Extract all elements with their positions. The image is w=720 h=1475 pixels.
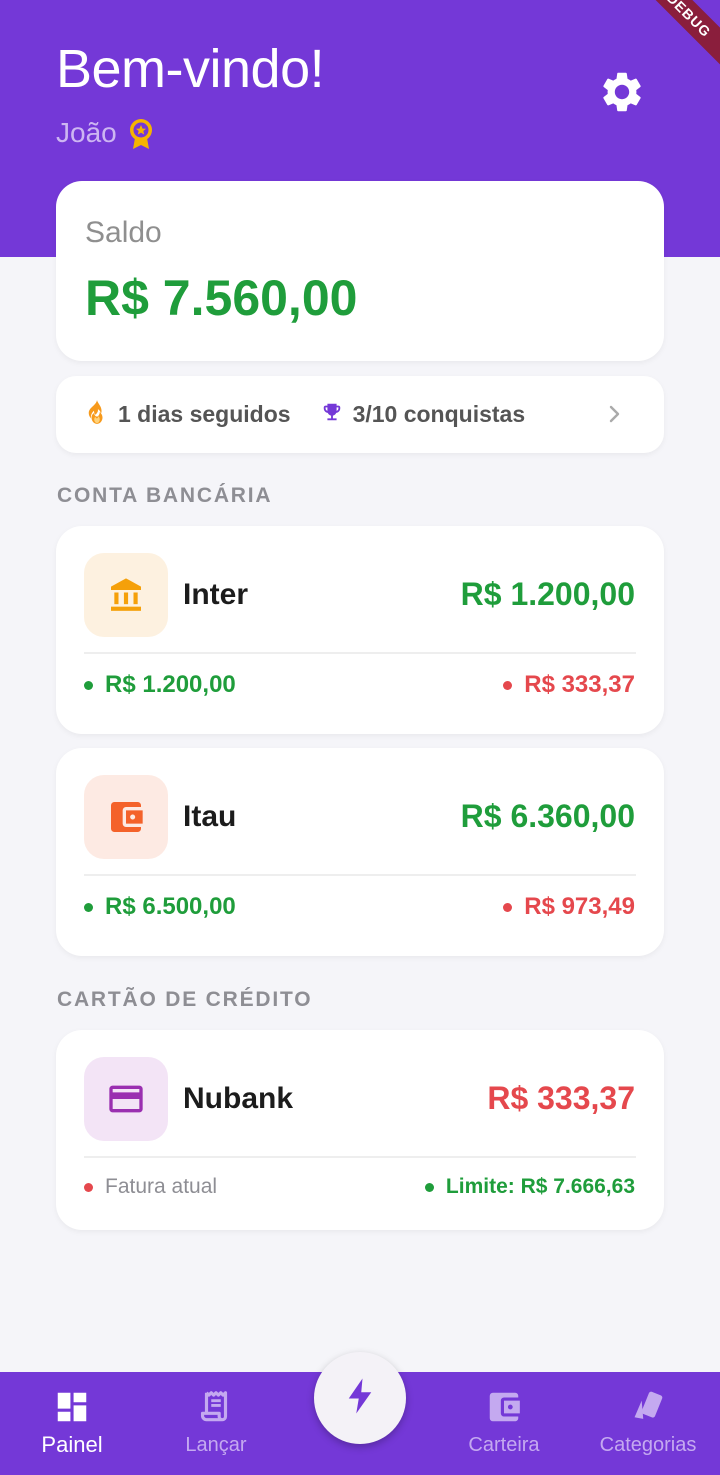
- wallet-icon: [485, 1388, 523, 1426]
- expense-value: R$ 333,37: [524, 671, 635, 698]
- expense-value: R$ 973,49: [524, 893, 635, 920]
- account-expense: R$ 333,37: [503, 671, 635, 699]
- account-card-inter[interactable]: Inter R$ 1.200,00 R$ 1.200,00 R$ 333,37: [56, 526, 664, 734]
- card-name: Nubank: [183, 1082, 294, 1115]
- nav-label: Painel: [41, 1432, 103, 1457]
- fire-icon: [86, 399, 108, 431]
- streak-days-label: 1 dias seguidos: [118, 401, 291, 427]
- debug-banner: DEBUG: [633, 0, 720, 71]
- nav-item-painel[interactable]: Painel: [0, 1372, 144, 1475]
- achievements-label: 3/10 conquistas: [352, 401, 526, 427]
- invoice-dot: [84, 1182, 93, 1192]
- account-card-itau[interactable]: Itau R$ 6.360,00 R$ 6.500,00 R$ 973,49: [56, 748, 664, 956]
- account-income: R$ 1.200,00: [84, 671, 236, 699]
- income-value: R$ 1.200,00: [105, 671, 236, 698]
- income-dot: [84, 680, 93, 690]
- income-value: R$ 6.500,00: [105, 893, 236, 920]
- balance-amount: R$ 7.560,00: [85, 270, 358, 326]
- balance-card: Saldo R$ 7.560,00: [56, 181, 664, 361]
- expense-dot: [503, 680, 513, 690]
- streak-card[interactable]: 1 dias seguidos 3/10 conquistas: [56, 376, 664, 453]
- dashboard-icon: [53, 1388, 91, 1426]
- invoice-status: Fatura atual: [84, 1175, 217, 1199]
- card-limit: Limite: R$ 7.666,63: [424, 1175, 635, 1199]
- nav-label: Carteira: [468, 1434, 540, 1456]
- user-name-row: João: [56, 116, 155, 150]
- divider: [84, 1156, 636, 1158]
- receipt-icon: [197, 1388, 235, 1426]
- divider: [84, 652, 636, 654]
- bolt-icon: [345, 1377, 375, 1420]
- account-name: Itau: [183, 800, 237, 833]
- account-name: Inter: [183, 578, 249, 611]
- user-name: João: [56, 117, 117, 148]
- trophy-icon: [321, 401, 343, 429]
- nav-item-carteira[interactable]: Carteira: [432, 1372, 576, 1475]
- welcome-title: Bem-vindo!: [56, 39, 325, 99]
- wallet-icon: [84, 775, 168, 859]
- quick-add-button[interactable]: [314, 1352, 406, 1444]
- income-dot: [84, 902, 93, 912]
- account-balance: R$ 1.200,00: [460, 576, 635, 612]
- account-balance: R$ 6.360,00: [460, 798, 635, 834]
- categories-icon: [629, 1388, 667, 1426]
- limit-dot: [424, 1182, 434, 1192]
- credit-card-icon: [84, 1057, 168, 1141]
- invoice-label: Fatura atual: [105, 1175, 218, 1198]
- bank-icon: [84, 553, 168, 637]
- account-expense: R$ 973,49: [503, 893, 635, 921]
- section-title-credit: CARTÃO DE CRÉDITO: [57, 988, 313, 1011]
- balance-label: Saldo: [85, 216, 162, 249]
- nav-label: Lançar: [185, 1434, 247, 1456]
- streak-achievements: 3/10 conquistas: [321, 401, 526, 429]
- nav-item-categorias[interactable]: Categorias: [576, 1372, 720, 1475]
- settings-gear-icon[interactable]: [598, 68, 646, 116]
- limit-value: Limite: R$ 7.666,63: [445, 1175, 635, 1198]
- divider: [84, 874, 636, 876]
- section-title-bank: CONTA BANCÁRIA: [57, 484, 273, 507]
- chevron-right-icon: [602, 402, 626, 426]
- streak-days: 1 dias seguidos: [86, 399, 291, 431]
- card-amount: R$ 333,37: [487, 1080, 635, 1116]
- credit-card-nubank[interactable]: Nubank R$ 333,37 Fatura atual Limite: R$…: [56, 1030, 664, 1230]
- medal-icon: [127, 116, 155, 150]
- nav-label: Categorias: [599, 1434, 697, 1456]
- account-income: R$ 6.500,00: [84, 893, 236, 921]
- expense-dot: [503, 902, 513, 912]
- nav-item-lancar[interactable]: Lançar: [144, 1372, 288, 1475]
